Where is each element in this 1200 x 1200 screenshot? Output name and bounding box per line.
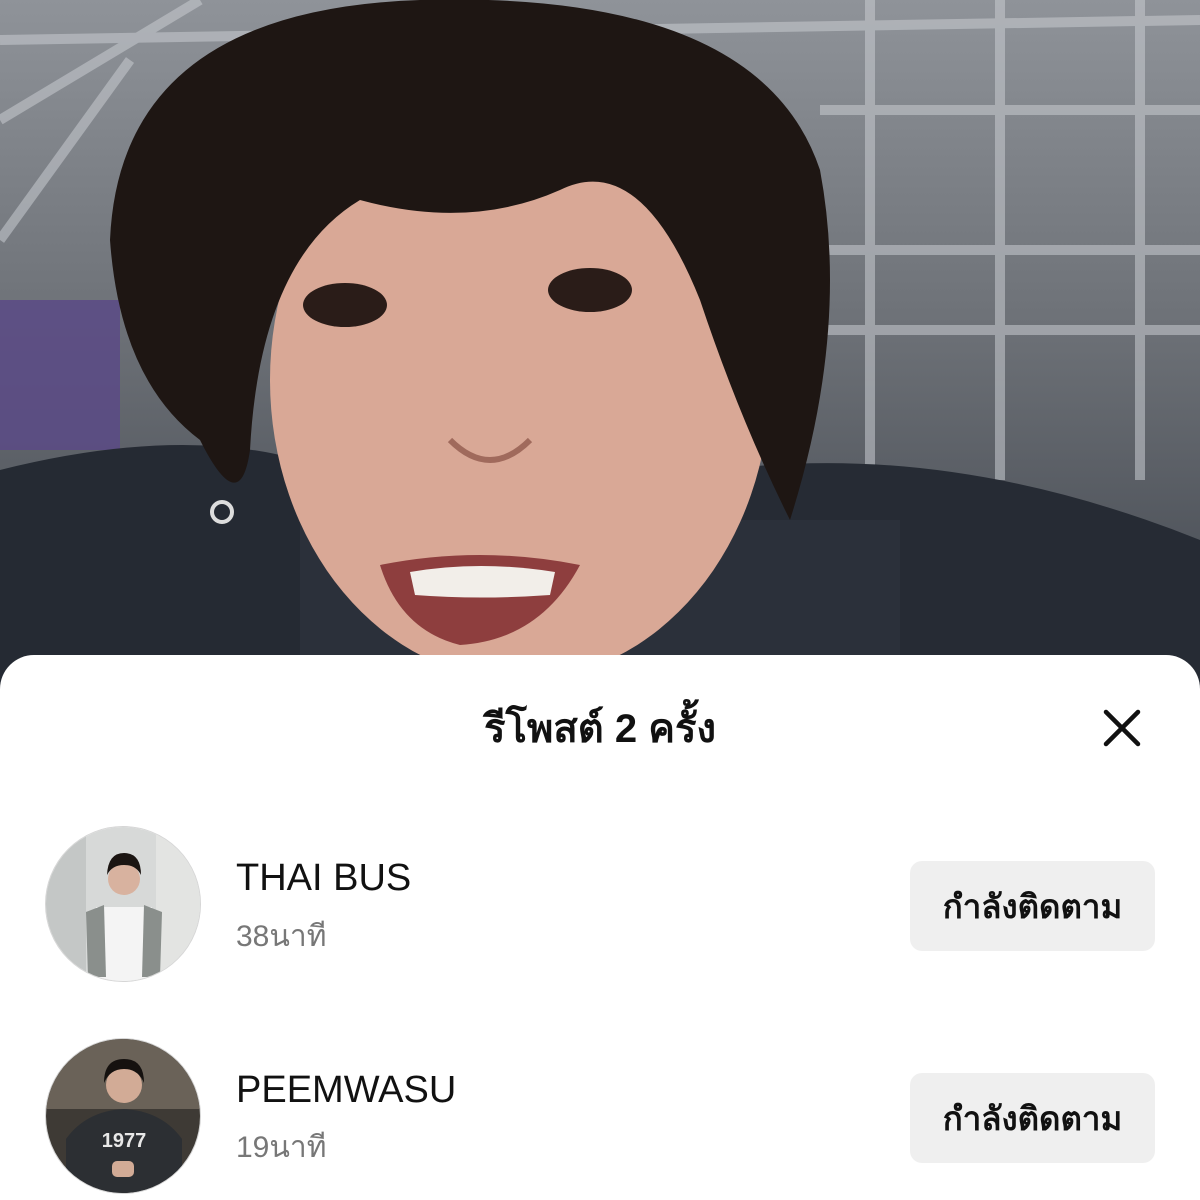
list-item[interactable]: THAI BUS 38นาที กำลังติดตาม xyxy=(0,826,1200,986)
close-icon xyxy=(1103,709,1141,747)
list-item[interactable]: 1977 PEEMWASU 19นาที กำลังติดตาม xyxy=(0,1038,1200,1198)
video-background xyxy=(0,0,1200,700)
avatar-photo: 1977 xyxy=(46,1039,200,1193)
shirt-print: 1977 xyxy=(102,1130,147,1152)
avatar[interactable]: 1977 xyxy=(45,1038,201,1194)
video-frame-image xyxy=(0,0,1200,700)
repost-time: 38นาที xyxy=(236,920,327,953)
following-button[interactable]: กำลังติดตาม xyxy=(910,861,1155,951)
avatar[interactable] xyxy=(45,826,201,982)
following-button[interactable]: กำลังติดตาม xyxy=(910,1073,1155,1163)
sheet-title: รีโพสต์ 2 ครั้ง xyxy=(484,707,716,751)
username[interactable]: PEEMWASU xyxy=(236,1068,456,1112)
avatar-photo xyxy=(46,827,200,981)
close-button[interactable] xyxy=(1096,702,1148,754)
username[interactable]: THAI BUS xyxy=(236,856,411,900)
repost-time: 19นาที xyxy=(236,1131,327,1164)
